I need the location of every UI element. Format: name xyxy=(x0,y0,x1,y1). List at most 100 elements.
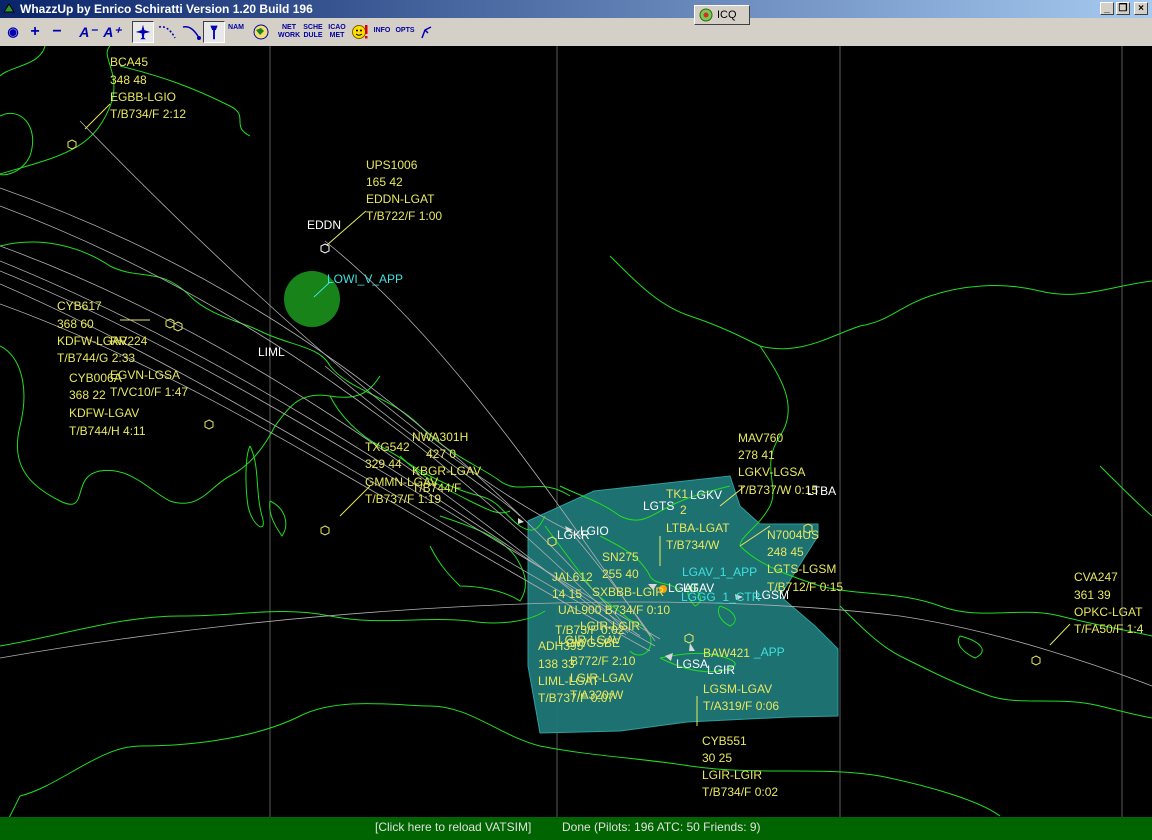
font-bigger-button[interactable]: A⁺ xyxy=(102,21,122,43)
restore-button[interactable]: ❐ xyxy=(1116,2,1130,15)
names-button[interactable]: NAM xyxy=(226,21,246,43)
svg-text:348 48: 348 48 xyxy=(110,73,147,87)
svg-text:278 41: 278 41 xyxy=(738,448,775,462)
svg-text:OPKC-LGAT: OPKC-LGAT xyxy=(1074,605,1143,619)
svg-text:2: 2 xyxy=(680,503,687,517)
svg-text:LGTS-LGSM: LGTS-LGSM xyxy=(767,562,836,576)
svg-text:CYB617: CYB617 xyxy=(57,299,102,313)
svg-text:248 45: 248 45 xyxy=(767,545,804,559)
svg-text:ADH395: ADH395 xyxy=(538,639,584,653)
svg-text:361 39: 361 39 xyxy=(1074,588,1111,602)
svg-text:329 44: 329 44 xyxy=(365,457,402,471)
svg-text:BCA45: BCA45 xyxy=(110,55,148,69)
svg-text:SXBBB-LGIR: SXBBB-LGIR xyxy=(592,585,664,599)
svg-text:UAL900 B734/F 0:10: UAL900 B734/F 0:10 xyxy=(558,603,670,617)
world-map-icon[interactable] xyxy=(250,21,272,43)
svg-text:LGIR-LGIR: LGIR-LGIR xyxy=(702,768,762,782)
status-summary: Done (Pilots: 196 ATC: 50 Friends: 9) xyxy=(562,820,761,834)
schedule-label-bottom: DULE xyxy=(303,32,323,39)
svg-text:N7004US: N7004US xyxy=(767,528,819,542)
show-routes-dotted-icon[interactable] xyxy=(156,21,178,43)
icq-button[interactable]: ICQ xyxy=(694,5,750,25)
callsign-pointer-icon[interactable] xyxy=(418,21,438,43)
atc-label-lowi: LOWI_V_APP xyxy=(327,272,403,286)
info-button[interactable]: INFO xyxy=(372,21,392,43)
svg-text:165 42: 165 42 xyxy=(366,175,403,189)
schedule-label-top: SCHE xyxy=(303,24,323,31)
svg-text:T/B722/F 1:00: T/B722/F 1:00 xyxy=(366,209,442,223)
svg-text:MAV760: MAV760 xyxy=(738,431,783,445)
zoom-out-button[interactable]: − xyxy=(48,21,66,43)
svg-text:T/B734/F 0:02: T/B734/F 0:02 xyxy=(702,785,778,799)
svg-text:JAL612: JAL612 xyxy=(552,570,593,584)
svg-text:368 22: 368 22 xyxy=(69,388,106,402)
icq-label: ICQ xyxy=(717,9,737,21)
network-label-top: NET xyxy=(282,24,296,31)
title-bar: WhazzUp by Enrico Schiratti Version 1.20… xyxy=(0,0,1152,18)
airport-label-ltba: LTBA xyxy=(807,484,836,498)
svg-text:TXG542: TXG542 xyxy=(365,440,410,454)
svg-text:T/B734/F 2:12: T/B734/F 2:12 xyxy=(110,107,186,121)
icao-met-button[interactable]: ICAO MET xyxy=(326,21,348,43)
svg-text:BAW421: BAW421 xyxy=(703,646,750,660)
svg-text:T/B744/H 4:11: T/B744/H 4:11 xyxy=(69,424,146,438)
svg-text:RR224: RR224 xyxy=(110,334,148,348)
show-pilots-plane-icon[interactable] xyxy=(132,21,154,43)
svg-text:UPS1006: UPS1006 xyxy=(366,158,418,172)
network-button[interactable]: NET WORK xyxy=(278,21,300,43)
schedule-button[interactable]: SCHE DULE xyxy=(302,21,324,43)
map-canvas[interactable]: BCA45 348 48 EGBB-LGIO T/B734/F 2:12 UPS… xyxy=(0,46,1152,817)
svg-text:LIML-LGAT: LIML-LGAT xyxy=(538,674,600,688)
svg-text:T/B744/G 2:33: T/B744/G 2:33 xyxy=(57,351,135,365)
friends-smiley-icon[interactable] xyxy=(350,21,370,43)
icao-met-label-top: ICAO xyxy=(328,24,346,31)
minimize-button[interactable]: _ xyxy=(1100,2,1114,15)
window-title: WhazzUp by Enrico Schiratti Version 1.20… xyxy=(20,2,313,16)
font-smaller-button[interactable]: A⁻ xyxy=(78,21,98,43)
close-button[interactable]: × xyxy=(1134,2,1148,15)
svg-text:14 15: 14 15 xyxy=(552,587,582,601)
svg-text:T/B744/F: T/B744/F xyxy=(412,481,461,495)
svg-text:T/B737/F 0:07: T/B737/F 0:07 xyxy=(538,691,614,705)
svg-text:KBGR-LGAV: KBGR-LGAV xyxy=(412,464,481,478)
airport-label-liml: LIML xyxy=(258,345,285,359)
show-trails-curve-icon[interactable] xyxy=(180,21,202,43)
svg-text:KDFW-LGAV: KDFW-LGAV xyxy=(69,406,139,420)
svg-text:CVA247: CVA247 xyxy=(1074,570,1118,584)
airport-label-lgsa: LGSA xyxy=(676,657,708,671)
svg-text:B772/F 2:10: B772/F 2:10 xyxy=(570,654,636,668)
svg-text:255 40: 255 40 xyxy=(602,567,639,581)
airport-label-eddn: EDDN xyxy=(307,218,341,232)
status-bar: [Click here to reload VATSIM] Done (Pilo… xyxy=(0,817,1152,840)
svg-text:T/FA50/F 1:4: T/FA50/F 1:4 xyxy=(1074,622,1144,636)
airport-label-lgkv: LGKV xyxy=(690,488,722,502)
svg-text:EDDN-LGAT: EDDN-LGAT xyxy=(366,192,435,206)
atc-label-app: _APP xyxy=(753,645,785,659)
app-icon xyxy=(3,3,15,13)
svg-text:T/A319/F 0:06: T/A319/F 0:06 xyxy=(703,699,779,713)
globe-icon[interactable]: ◉ xyxy=(4,21,22,43)
svg-text:LTBA-LGAT: LTBA-LGAT xyxy=(666,521,730,535)
svg-text:SN275: SN275 xyxy=(602,550,639,564)
atc-label-lggg: LGGG_1_CTR xyxy=(681,590,761,604)
svg-text:EGBB-LGIO: EGBB-LGIO xyxy=(110,90,176,104)
svg-text:NWA301H: NWA301H xyxy=(412,430,468,444)
atc-label-lgav-app: LGAV_1_APP xyxy=(682,565,757,579)
svg-text:427 0: 427 0 xyxy=(426,447,456,461)
svg-text:CYB006A: CYB006A xyxy=(69,371,122,385)
reload-vatsim-link[interactable]: [Click here to reload VATSIM] xyxy=(375,820,531,834)
svg-text:138 33: 138 33 xyxy=(538,657,575,671)
toolbar: ◉ + − A⁻ A⁺ NAM NET WORK SCHE DULE ICAO … xyxy=(0,18,1152,47)
icq-flower-icon xyxy=(699,8,713,22)
airport-label-lgio: LGIO xyxy=(580,524,609,538)
svg-text:30 25: 30 25 xyxy=(702,751,732,765)
zoom-in-button[interactable]: + xyxy=(26,21,44,43)
svg-text:LGKV-LGSA: LGKV-LGSA xyxy=(738,465,805,479)
svg-text:CYB551: CYB551 xyxy=(702,734,747,748)
options-button[interactable]: OPTS xyxy=(395,21,415,43)
svg-text:LGIR-LGIR: LGIR-LGIR xyxy=(580,619,640,633)
svg-text:368 60: 368 60 xyxy=(57,317,94,331)
svg-text:LGSM-LGAV: LGSM-LGAV xyxy=(703,682,772,696)
show-towers-icon[interactable] xyxy=(203,21,225,43)
airport-label-lgts: LGTS xyxy=(643,499,674,513)
